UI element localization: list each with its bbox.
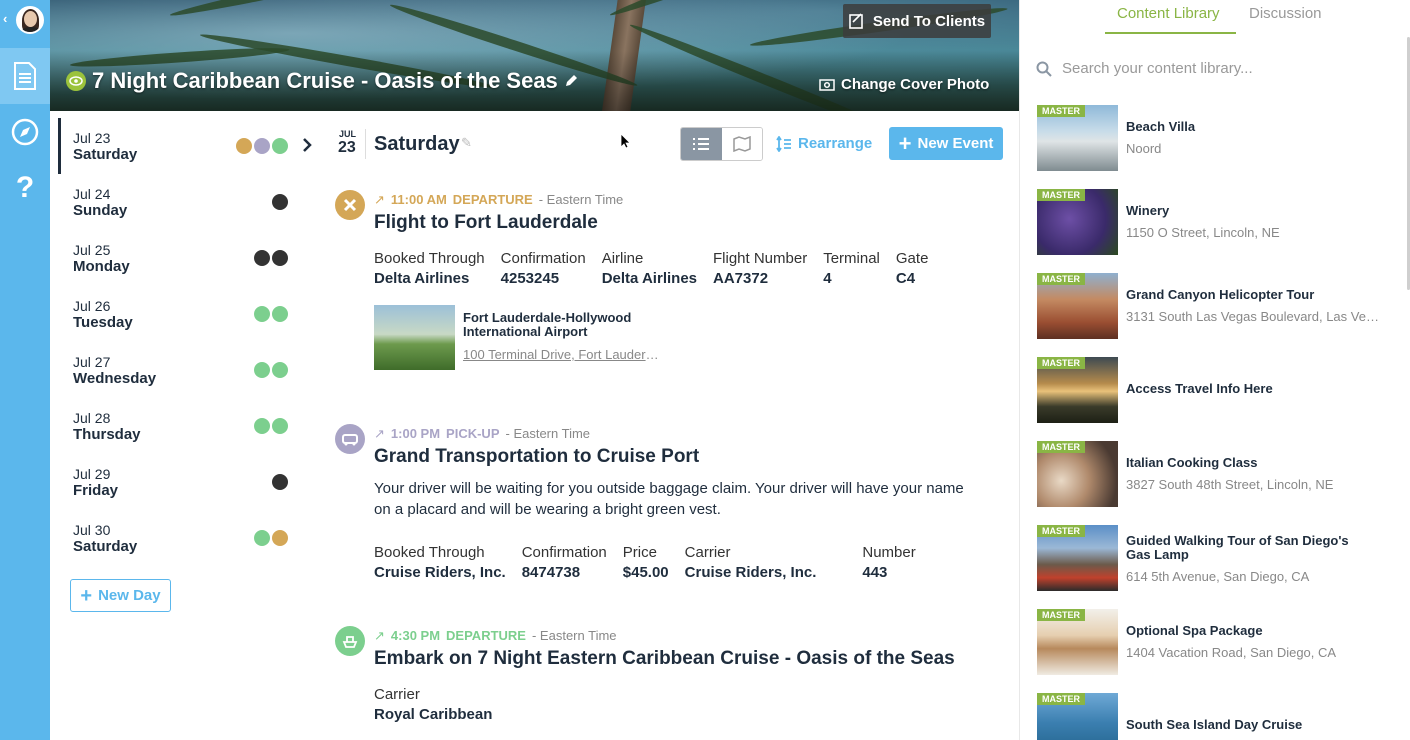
car-icon — [254, 250, 270, 266]
car-icon — [254, 138, 270, 154]
send-icon — [849, 13, 863, 29]
ship-icon — [254, 530, 270, 546]
day-item[interactable]: Jul 24 Sunday — [58, 174, 318, 230]
address-link[interactable]: 100 Terminal Drive, Fort Lauderdale, FL — [463, 347, 663, 362]
event-description: Your driver will be waiting for you outs… — [374, 480, 964, 518]
map-view-icon[interactable] — [721, 128, 762, 160]
flight-icon — [272, 530, 288, 546]
library-item[interactable]: MASTER Italian Cooking Class 3827 South … — [1037, 441, 1407, 507]
compass-icon[interactable] — [0, 104, 50, 160]
day-item[interactable]: Jul 29 Friday — [58, 454, 318, 510]
car-icon — [335, 424, 365, 454]
library-item[interactable]: MASTER Beach Villa Noord — [1037, 105, 1407, 171]
tab-content-library[interactable]: Content Library — [1117, 5, 1220, 22]
content-library-panel: Content Library Discussion Search your c… — [1019, 0, 1410, 740]
search-icon — [1036, 61, 1052, 77]
ship-icon — [254, 306, 270, 322]
library-item[interactable]: MASTER Guided Walking Tour of San Diego'… — [1037, 525, 1407, 591]
arrow-up-right-icon: ↗ — [374, 426, 385, 441]
pencil-icon[interactable]: ✎ — [461, 135, 472, 151]
chevron-right-icon — [303, 138, 312, 152]
event-card[interactable]: ↗ 4:30 PM DEPARTURE - Eastern Time Embar… — [335, 626, 1005, 736]
day-item[interactable]: Jul 30 Saturday — [58, 510, 318, 566]
day-title: Saturday — [374, 133, 460, 155]
eye-icon[interactable] — [66, 71, 86, 91]
divider — [365, 129, 366, 159]
day-item[interactable]: Jul 25 Monday — [58, 230, 318, 286]
document-icon[interactable] — [0, 48, 50, 104]
day-item[interactable]: Jul 26 Tuesday — [58, 286, 318, 342]
ship-icon — [254, 418, 270, 434]
arrow-up-right-icon: ↗ — [374, 628, 385, 643]
place-card[interactable]: Fort Lauderdale-Hollywood International … — [374, 305, 664, 370]
panel-tabs: Content Library Discussion — [1020, 0, 1410, 34]
mouse-cursor-icon — [620, 133, 630, 149]
plus-icon: + — [898, 130, 912, 156]
list-view-icon[interactable] — [681, 128, 722, 160]
ship-icon — [272, 362, 288, 378]
car-icon — [272, 194, 288, 210]
left-rail: ‹ ? — [0, 0, 50, 740]
tab-discussion[interactable]: Discussion — [1249, 5, 1322, 22]
change-cover-photo-button[interactable]: Change Cover Photo — [819, 76, 989, 93]
library-item[interactable]: MASTER Winery 1150 O Street, Lincoln, NE — [1037, 189, 1407, 255]
view-toggle — [680, 127, 763, 161]
photo-icon — [819, 79, 835, 91]
event-card[interactable]: ↗ 11:00 AM DEPARTURE - Eastern Time Flig… — [335, 190, 1005, 390]
library-item[interactable]: MASTER Grand Canyon Helicopter Tour 3131… — [1037, 273, 1407, 339]
library-item[interactable]: MASTER Optional Spa Package 1404 Vacatio… — [1037, 609, 1407, 675]
ship-icon — [335, 626, 365, 656]
back-chevron-icon[interactable]: ‹ — [3, 11, 7, 26]
ship-icon — [254, 362, 270, 378]
rearrange-icon — [776, 135, 791, 152]
event-title: Flight to Fort Lauderdale — [374, 212, 598, 233]
new-day-button[interactable]: + New Day — [70, 579, 171, 612]
day-list: Jul 23 Saturday Jul 24 Sunday Jul 25 Mon… — [58, 118, 318, 566]
library-item[interactable]: MASTER Access Travel Info Here — [1037, 357, 1407, 423]
place-photo — [374, 305, 455, 370]
ship-icon — [272, 418, 288, 434]
car-icon — [272, 474, 288, 490]
event-title: Grand Transportation to Cruise Port — [374, 446, 700, 467]
car-icon — [272, 250, 288, 266]
event-title: Embark on 7 Night Eastern Caribbean Crui… — [374, 648, 955, 669]
avatar[interactable] — [16, 6, 44, 34]
day-item[interactable]: Jul 28 Thursday — [58, 398, 318, 454]
day-item[interactable]: Jul 27 Wednesday — [58, 342, 318, 398]
active-tab-indicator — [1105, 32, 1236, 34]
day-header: JUL 23 Saturday ✎ Rearrange + New Event — [335, 127, 1005, 161]
help-icon[interactable]: ? — [0, 160, 50, 216]
library-item[interactable]: MASTER South Sea Island Day Cruise — [1037, 693, 1407, 740]
ship-icon — [272, 306, 288, 322]
search-input[interactable]: Search your content library... — [1036, 60, 1253, 77]
pencil-icon[interactable] — [564, 74, 578, 88]
plus-icon: + — [80, 584, 93, 607]
new-event-button[interactable]: + New Event — [889, 127, 1003, 160]
event-card[interactable]: ↗ 1:00 PM PICK-UP - Eastern Time Grand T… — [335, 424, 1005, 594]
flight-icon — [236, 138, 252, 154]
send-to-clients-button[interactable]: Send To Clients — [843, 4, 991, 38]
ship-icon — [272, 138, 288, 154]
cover-photo: Send To Clients 7 Night Caribbean Cruise… — [50, 0, 1019, 111]
rearrange-button[interactable]: Rearrange — [776, 135, 872, 152]
arrow-up-right-icon: ↗ — [374, 192, 385, 207]
day-item[interactable]: Jul 23 Saturday — [58, 118, 318, 174]
trip-title: 7 Night Caribbean Cruise - Oasis of the … — [66, 68, 578, 94]
flight-icon — [335, 190, 365, 220]
